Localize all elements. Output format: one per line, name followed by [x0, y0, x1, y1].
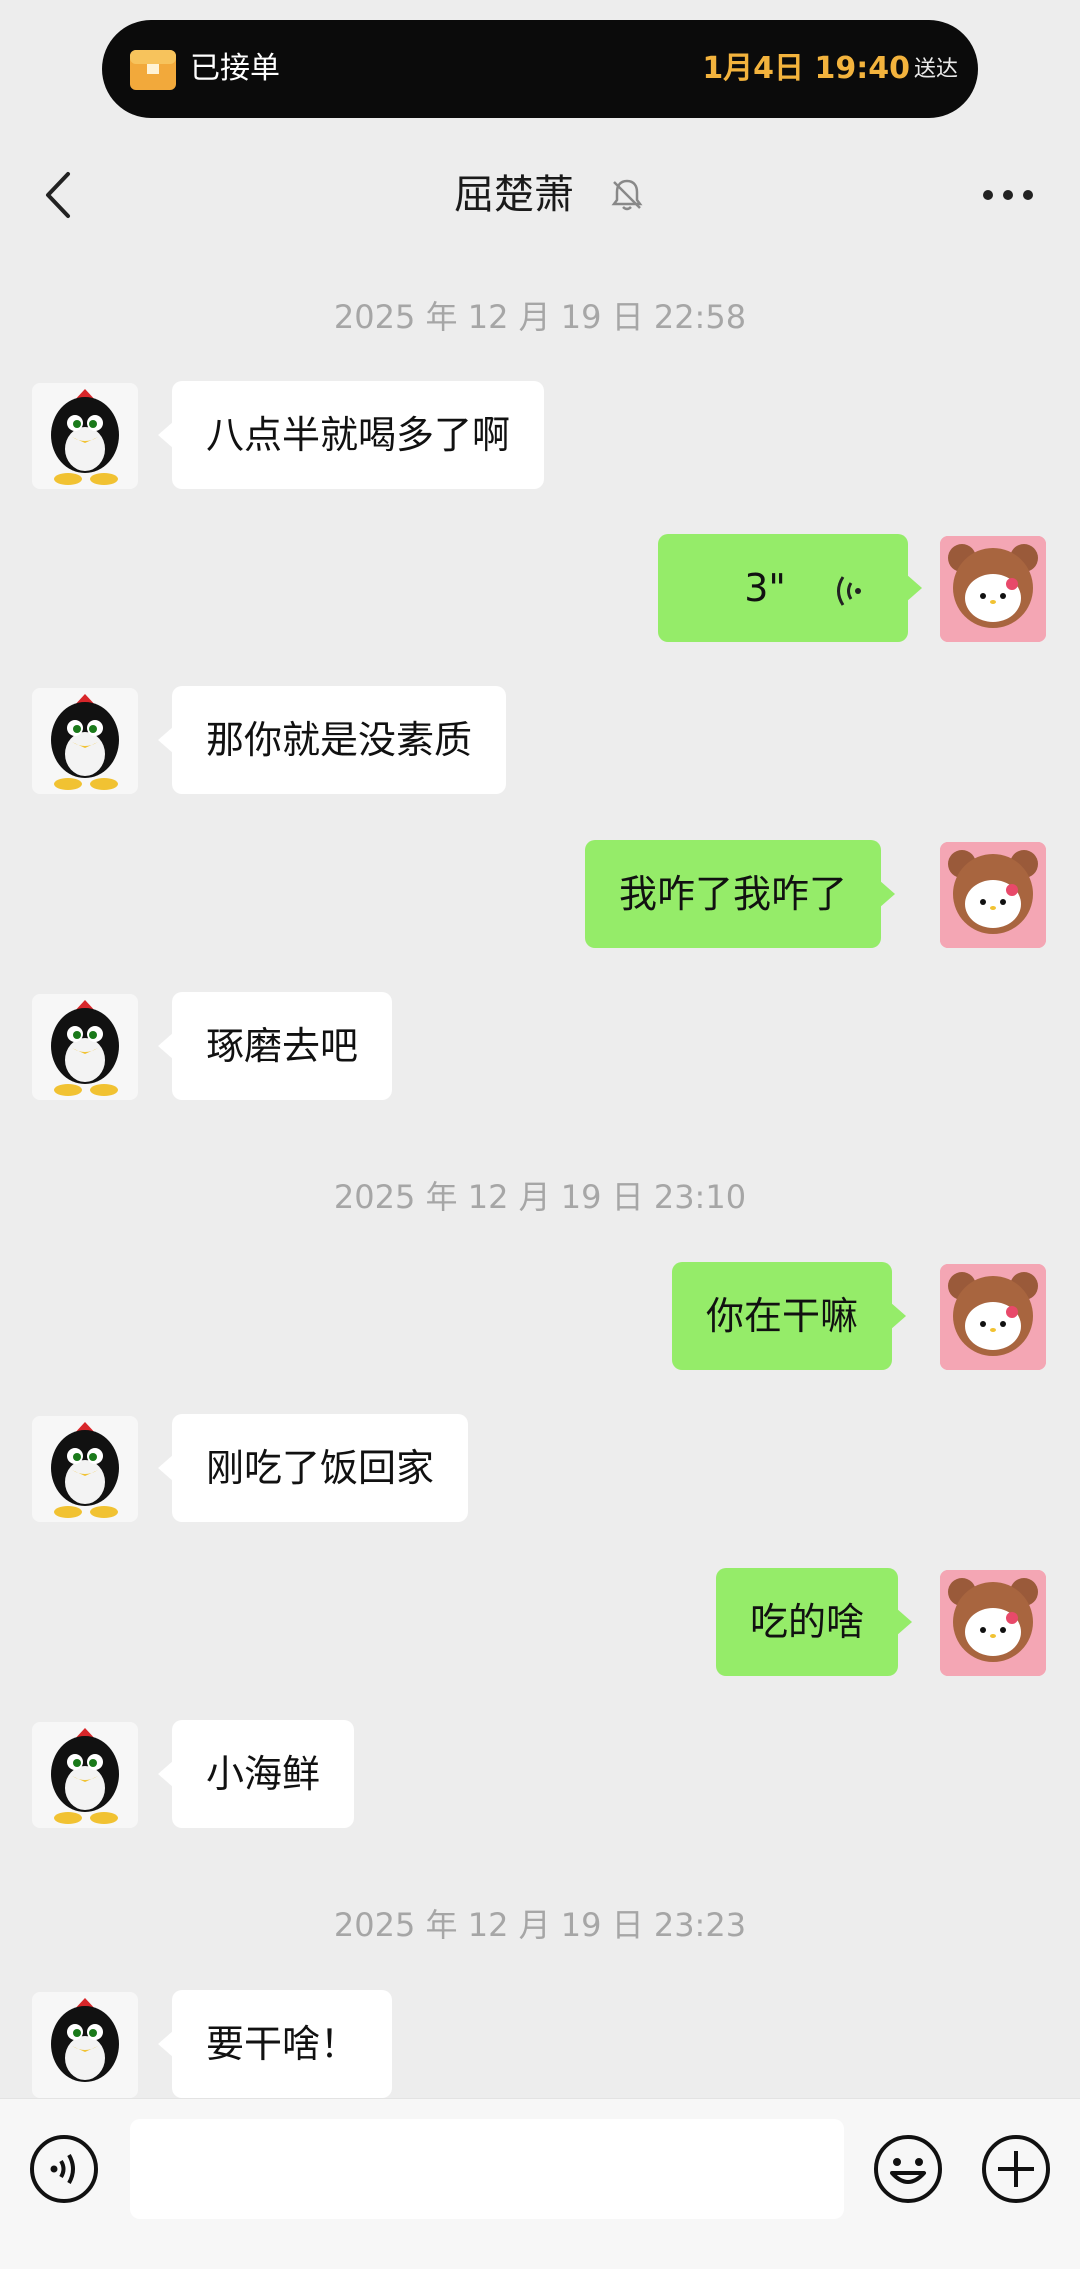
voice-message[interactable]: 3" [658, 534, 922, 642]
delivery-label: 送达 [913, 57, 958, 82]
kitty-bear-avatar-icon [940, 1264, 1046, 1370]
penguin-avatar-icon [51, 389, 119, 485]
back-arrow-icon[interactable] [40, 170, 76, 220]
contact-avatar[interactable] [32, 688, 138, 794]
emoji-icon[interactable] [872, 2133, 944, 2205]
self-avatar[interactable] [940, 842, 1046, 948]
voice-duration: 3" [744, 566, 786, 610]
plus-icon[interactable] [980, 2133, 1052, 2205]
order-notification[interactable]: 已接单 1月4日 19:40 送达 [102, 20, 978, 118]
sent-message[interactable]: 你在干嘛 [672, 1262, 907, 1370]
contact-avatar[interactable] [32, 1722, 138, 1828]
sent-message[interactable]: 吃的啥 [716, 1568, 913, 1676]
received-message[interactable]: 刚吃了饭回家 [157, 1414, 469, 1522]
self-avatar[interactable] [940, 536, 1046, 642]
penguin-avatar-icon [51, 1422, 119, 1518]
chat-header: 屈楚萧 [0, 150, 1080, 240]
voice-wave-icon [837, 575, 861, 606]
contact-name: 屈楚萧 [454, 172, 574, 218]
input-bar [0, 2098, 1080, 2269]
received-message[interactable]: 小海鲜 [157, 1720, 355, 1828]
package-icon [130, 50, 176, 90]
received-message[interactable]: 琢磨去吧 [157, 992, 393, 1100]
delivery-date: 1月4日 19:40 [702, 51, 910, 86]
penguin-avatar-icon [51, 694, 119, 790]
penguin-avatar-icon [51, 1998, 119, 2082]
self-avatar[interactable] [940, 1264, 1046, 1370]
contact-avatar[interactable] [32, 1416, 138, 1522]
kitty-bear-avatar-icon [940, 842, 1046, 948]
penguin-avatar-icon [51, 1000, 119, 1096]
order-status: 已接单 [190, 51, 280, 86]
voice-icon[interactable] [28, 2133, 100, 2205]
contact-avatar[interactable] [32, 1992, 138, 2098]
message-input[interactable] [130, 2119, 844, 2219]
received-message[interactable]: 八点半就喝多了啊 [157, 381, 545, 489]
kitty-bear-avatar-icon [940, 536, 1046, 642]
received-message[interactable]: 要干啥！ [157, 1990, 393, 2098]
self-avatar[interactable] [940, 1570, 1046, 1676]
timestamp: 2025 年 12 月 19 日 23:23 [333, 1906, 747, 1944]
timestamp: 2025 年 12 月 19 日 22:58 [333, 298, 747, 336]
timestamp: 2025 年 12 月 19 日 23:10 [333, 1178, 747, 1216]
penguin-avatar-icon [51, 1728, 119, 1824]
mute-bell-icon [611, 179, 643, 211]
contact-avatar[interactable] [32, 994, 138, 1100]
more-icon[interactable] [980, 178, 1036, 212]
received-message[interactable]: 那你就是没素质 [157, 686, 507, 794]
kitty-bear-avatar-icon [940, 1570, 1046, 1676]
contact-avatar[interactable] [32, 383, 138, 489]
chat-title: 屈楚萧 [0, 150, 1080, 240]
sent-message[interactable]: 我咋了我咋了 [585, 840, 896, 948]
